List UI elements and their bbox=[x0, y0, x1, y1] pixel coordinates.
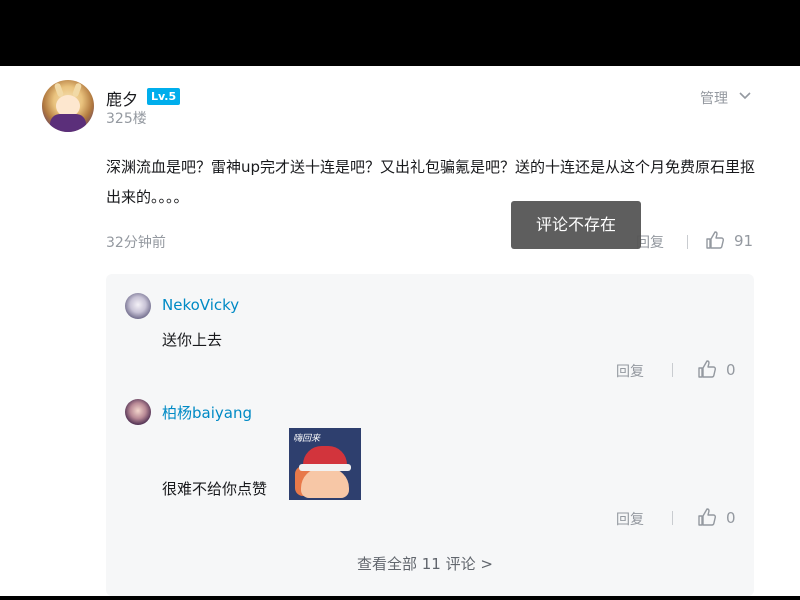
thumb-up-icon[interactable] bbox=[697, 507, 717, 527]
like-count: 0 bbox=[726, 509, 736, 527]
toast-message: 评论不存在 bbox=[511, 201, 641, 249]
sticker-art-hatband bbox=[299, 464, 351, 471]
thumb-up-icon[interactable] bbox=[705, 230, 725, 250]
comment-time: 32分钟前 bbox=[106, 235, 166, 251]
reply-username[interactable]: 柏杨baiyang bbox=[162, 402, 252, 423]
reply-username[interactable]: NekoVicky bbox=[162, 296, 239, 314]
action-divider bbox=[672, 363, 673, 377]
reply-avatar[interactable] bbox=[125, 399, 151, 425]
like-count: 91 bbox=[734, 232, 754, 250]
sticker-text: 嗨回来 bbox=[293, 434, 321, 444]
action-divider bbox=[672, 511, 673, 525]
floor-number: 325楼 bbox=[106, 111, 147, 127]
reply-avatar[interactable] bbox=[125, 293, 151, 319]
comment-username[interactable]: 鹿夕 bbox=[106, 86, 138, 110]
like-count: 0 bbox=[726, 361, 736, 379]
replies-container bbox=[106, 274, 754, 596]
level-badge: Lv.5 bbox=[147, 88, 181, 105]
thumb-up-icon[interactable] bbox=[697, 359, 717, 379]
comment-panel: 鹿夕 Lv.5 325楼 管理 深渊流血是吧？雷神up完才送十连是吧？又出礼包骗… bbox=[0, 66, 800, 596]
avatar-art-robe bbox=[50, 114, 86, 132]
reply-button[interactable]: 回复 bbox=[616, 509, 644, 529]
view-all-replies-link[interactable]: 查看全部 11 评论 > bbox=[357, 553, 493, 574]
sticker-image[interactable]: 嗨回来 bbox=[289, 428, 361, 500]
reply-text: 送你上去 bbox=[162, 331, 223, 349]
sticker-art-face bbox=[301, 468, 349, 498]
action-divider bbox=[687, 235, 688, 249]
reply-button[interactable]: 回复 bbox=[616, 361, 644, 381]
manage-button[interactable]: 管理 bbox=[700, 88, 728, 108]
user-avatar[interactable] bbox=[42, 80, 94, 132]
chevron-down-icon[interactable] bbox=[738, 88, 752, 102]
comment-content: 深渊流血是吧？雷神up完才送十连是吧？又出礼包骗氪是吧？送的十连还是从这个月免费… bbox=[106, 158, 756, 206]
reply-text: 很难不给你点赞 bbox=[162, 480, 268, 498]
